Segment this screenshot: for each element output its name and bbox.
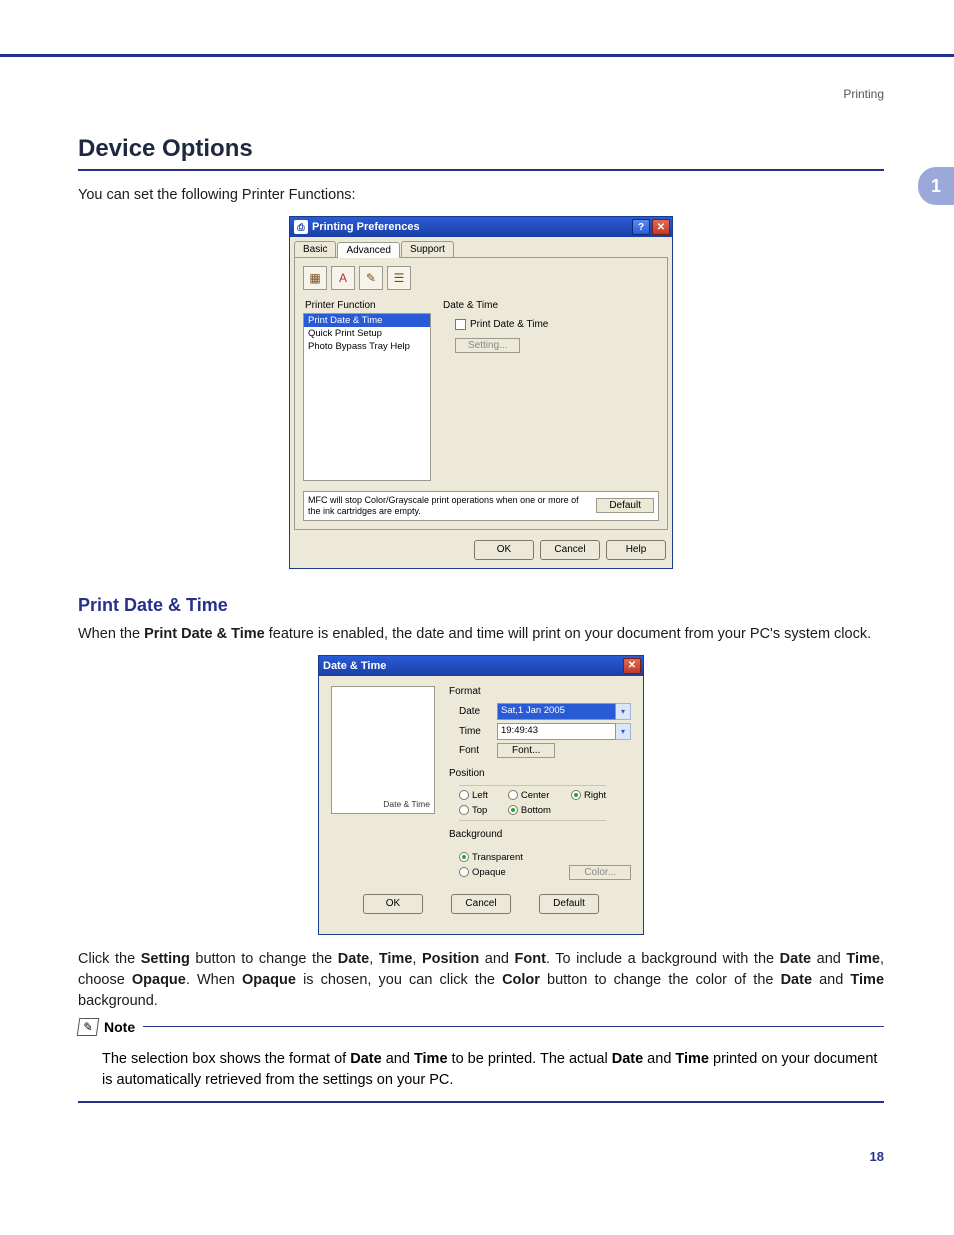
tab-advanced[interactable]: Advanced xyxy=(337,242,399,258)
func-photo-bypass-tray-help[interactable]: Photo Bypass Tray Help xyxy=(304,340,430,353)
pp-footer: MFC will stop Color/Grayscale print oper… xyxy=(303,491,659,521)
dt-font-label: Font xyxy=(449,745,489,756)
pp-right-panel: Date & Time Print Date & Time Setting... xyxy=(443,300,659,481)
printer-function-list[interactable]: Print Date & Time Quick Print Setup Phot… xyxy=(303,313,431,481)
printing-preferences-dialog: ⎙ Printing Preferences ? ✕ Basic Advance… xyxy=(289,216,673,569)
tab-basic[interactable]: Basic xyxy=(294,241,336,257)
pp-cancel-button[interactable]: Cancel xyxy=(540,540,600,560)
dt-time-combo[interactable]: 19:49:43 ▾ xyxy=(497,723,631,740)
chapter-side-tab: 1 xyxy=(918,167,954,205)
dt-date-value: Sat,1 Jan 2005 xyxy=(497,703,616,720)
para-2: Click the Setting button to change the D… xyxy=(78,949,884,1012)
dt-position-grid: Left Center Right Top Bottom xyxy=(459,785,606,821)
pp-toolbar: ▦ A ✎ ☰ xyxy=(303,266,659,290)
page-number: 18 xyxy=(78,1149,884,1164)
chevron-down-icon[interactable]: ▾ xyxy=(616,723,631,740)
pp-titlebar: ⎙ Printing Preferences ? ✕ xyxy=(290,217,672,237)
dt-preview: Date & Time xyxy=(331,686,435,814)
pp-title: Printing Preferences xyxy=(312,221,420,233)
pp-tab-body: ▦ A ✎ ☰ Printer Function Print Date & Ti… xyxy=(294,257,668,530)
running-head: Printing xyxy=(78,87,884,101)
func-print-date-time[interactable]: Print Date & Time xyxy=(304,314,430,327)
dt-color-button[interactable]: Color... xyxy=(569,865,631,880)
bg-transparent[interactable]: Transparent xyxy=(459,852,523,863)
dt-date-label: Date xyxy=(449,706,489,717)
printer-icon: ⎙ xyxy=(294,220,308,234)
pp-help-bottom-button[interactable]: Help xyxy=(606,540,666,560)
section-rule xyxy=(78,169,884,171)
lead-text: You can set the following Printer Functi… xyxy=(78,185,884,206)
dt-ok-button[interactable]: OK xyxy=(363,894,423,914)
dt-cancel-button[interactable]: Cancel xyxy=(451,894,511,914)
setting-button[interactable]: Setting... xyxy=(455,338,520,353)
section-title: Device Options xyxy=(78,135,884,163)
pp-default-button[interactable]: Default xyxy=(596,498,654,513)
pos-right[interactable]: Right xyxy=(571,790,606,801)
func-quick-print-setup[interactable]: Quick Print Setup xyxy=(304,327,430,340)
dt-body: Date & Time Format Date Sat,1 Jan 2005 ▾ xyxy=(319,676,643,934)
pos-center[interactable]: Center xyxy=(508,790,551,801)
dt-title: Date & Time xyxy=(323,660,386,672)
printer-function-panel: Printer Function Print Date & Time Quick… xyxy=(303,300,431,481)
pp-help-button[interactable]: ? xyxy=(632,219,650,235)
subsection-title: Print Date & Time xyxy=(78,595,884,616)
dt-preview-label: Date & Time xyxy=(383,799,430,809)
dt-font-button[interactable]: Font... xyxy=(497,743,555,758)
date-time-dialog: Date & Time ✕ Date & Time Format Date Sa… xyxy=(318,655,644,935)
note-block: ✎ Note The selection box shows the forma… xyxy=(78,1026,884,1103)
print-date-time-checkbox-label: Print Date & Time xyxy=(470,319,548,330)
dt-date-combo[interactable]: Sat,1 Jan 2005 ▾ xyxy=(497,703,631,720)
tab-support[interactable]: Support xyxy=(401,241,454,257)
pp-ok-button[interactable]: OK xyxy=(474,540,534,560)
pp-close-button[interactable]: ✕ xyxy=(652,219,670,235)
toolbar-icon-1[interactable]: ▦ xyxy=(303,266,327,290)
dt-time-value: 19:49:43 xyxy=(497,723,616,740)
pos-left[interactable]: Left xyxy=(459,790,488,801)
pos-bottom[interactable]: Bottom xyxy=(508,805,551,816)
figure-date-time: Date & Time ✕ Date & Time Format Date Sa… xyxy=(78,655,884,935)
bg-opaque[interactable]: Opaque xyxy=(459,867,506,878)
pp-buttons: OK Cancel Help xyxy=(290,534,672,568)
toolbar-icon-3[interactable]: ✎ xyxy=(359,266,383,290)
print-date-time-checkbox[interactable] xyxy=(455,319,466,330)
dt-format-label: Format xyxy=(449,686,631,697)
pp-tabs: Basic Advanced Support xyxy=(290,237,672,257)
chevron-down-icon[interactable]: ▾ xyxy=(616,703,631,720)
note-text: The selection box shows the format of Da… xyxy=(78,1049,884,1091)
dt-default-button[interactable]: Default xyxy=(539,894,599,914)
toolbar-icon-4[interactable]: ☰ xyxy=(387,266,411,290)
printer-function-label: Printer Function xyxy=(303,300,431,313)
dt-buttons: OK Cancel Default xyxy=(331,882,631,924)
note-title: Note xyxy=(104,1019,135,1035)
page-content: Printing 1 Device Options You can set th… xyxy=(0,57,954,1204)
toolbar-icon-2[interactable]: A xyxy=(331,266,355,290)
dt-time-label: Time xyxy=(449,726,489,737)
dt-titlebar: Date & Time ✕ xyxy=(319,656,643,676)
pp-footer-note: MFC will stop Color/Grayscale print oper… xyxy=(308,495,588,517)
pos-top[interactable]: Top xyxy=(459,805,488,816)
dt-close-button[interactable]: ✕ xyxy=(623,658,641,674)
para-1: When the Print Date & Time feature is en… xyxy=(78,624,884,645)
dt-position-label: Position xyxy=(449,768,631,779)
note-icon: ✎ xyxy=(77,1018,100,1036)
dt-background-label: Background xyxy=(449,829,631,840)
pp-group-title: Date & Time xyxy=(443,300,659,311)
figure-printing-preferences: ⎙ Printing Preferences ? ✕ Basic Advance… xyxy=(78,216,884,569)
